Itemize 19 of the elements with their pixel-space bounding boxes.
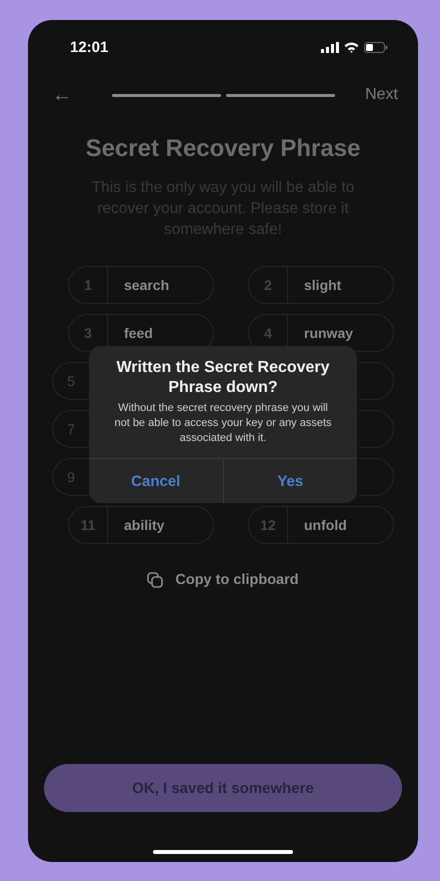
word-text: search [124, 277, 170, 293]
wifi-icon [344, 42, 359, 52]
dialog-message: Without the secret recovery phrase you will not be able to access your key or any assets associated with it. [113, 401, 333, 446]
word-text: unfold [304, 517, 347, 533]
dialog-title: Written the Secret Recovery Phrase down? [115, 358, 331, 398]
status-time: 12:01 [70, 38, 108, 56]
word-text: slight [304, 277, 342, 293]
dialog-button[interactable]: Cancel [89, 459, 222, 503]
battery-icon [364, 42, 388, 52]
word-text: ability [124, 517, 164, 533]
back-button[interactable]: ← [52, 84, 112, 106]
dialog-button[interactable]: Yes [222, 459, 357, 503]
word-text: feed [124, 325, 153, 341]
word-text: runway [304, 325, 354, 341]
copy-icon [147, 572, 164, 588]
copy-link[interactable]: Copy to clipboard [175, 572, 299, 588]
page-title: Secret Recovery Phrase [84, 135, 362, 163]
signal-icon [321, 42, 339, 52]
next-button[interactable]: Next [365, 86, 398, 104]
